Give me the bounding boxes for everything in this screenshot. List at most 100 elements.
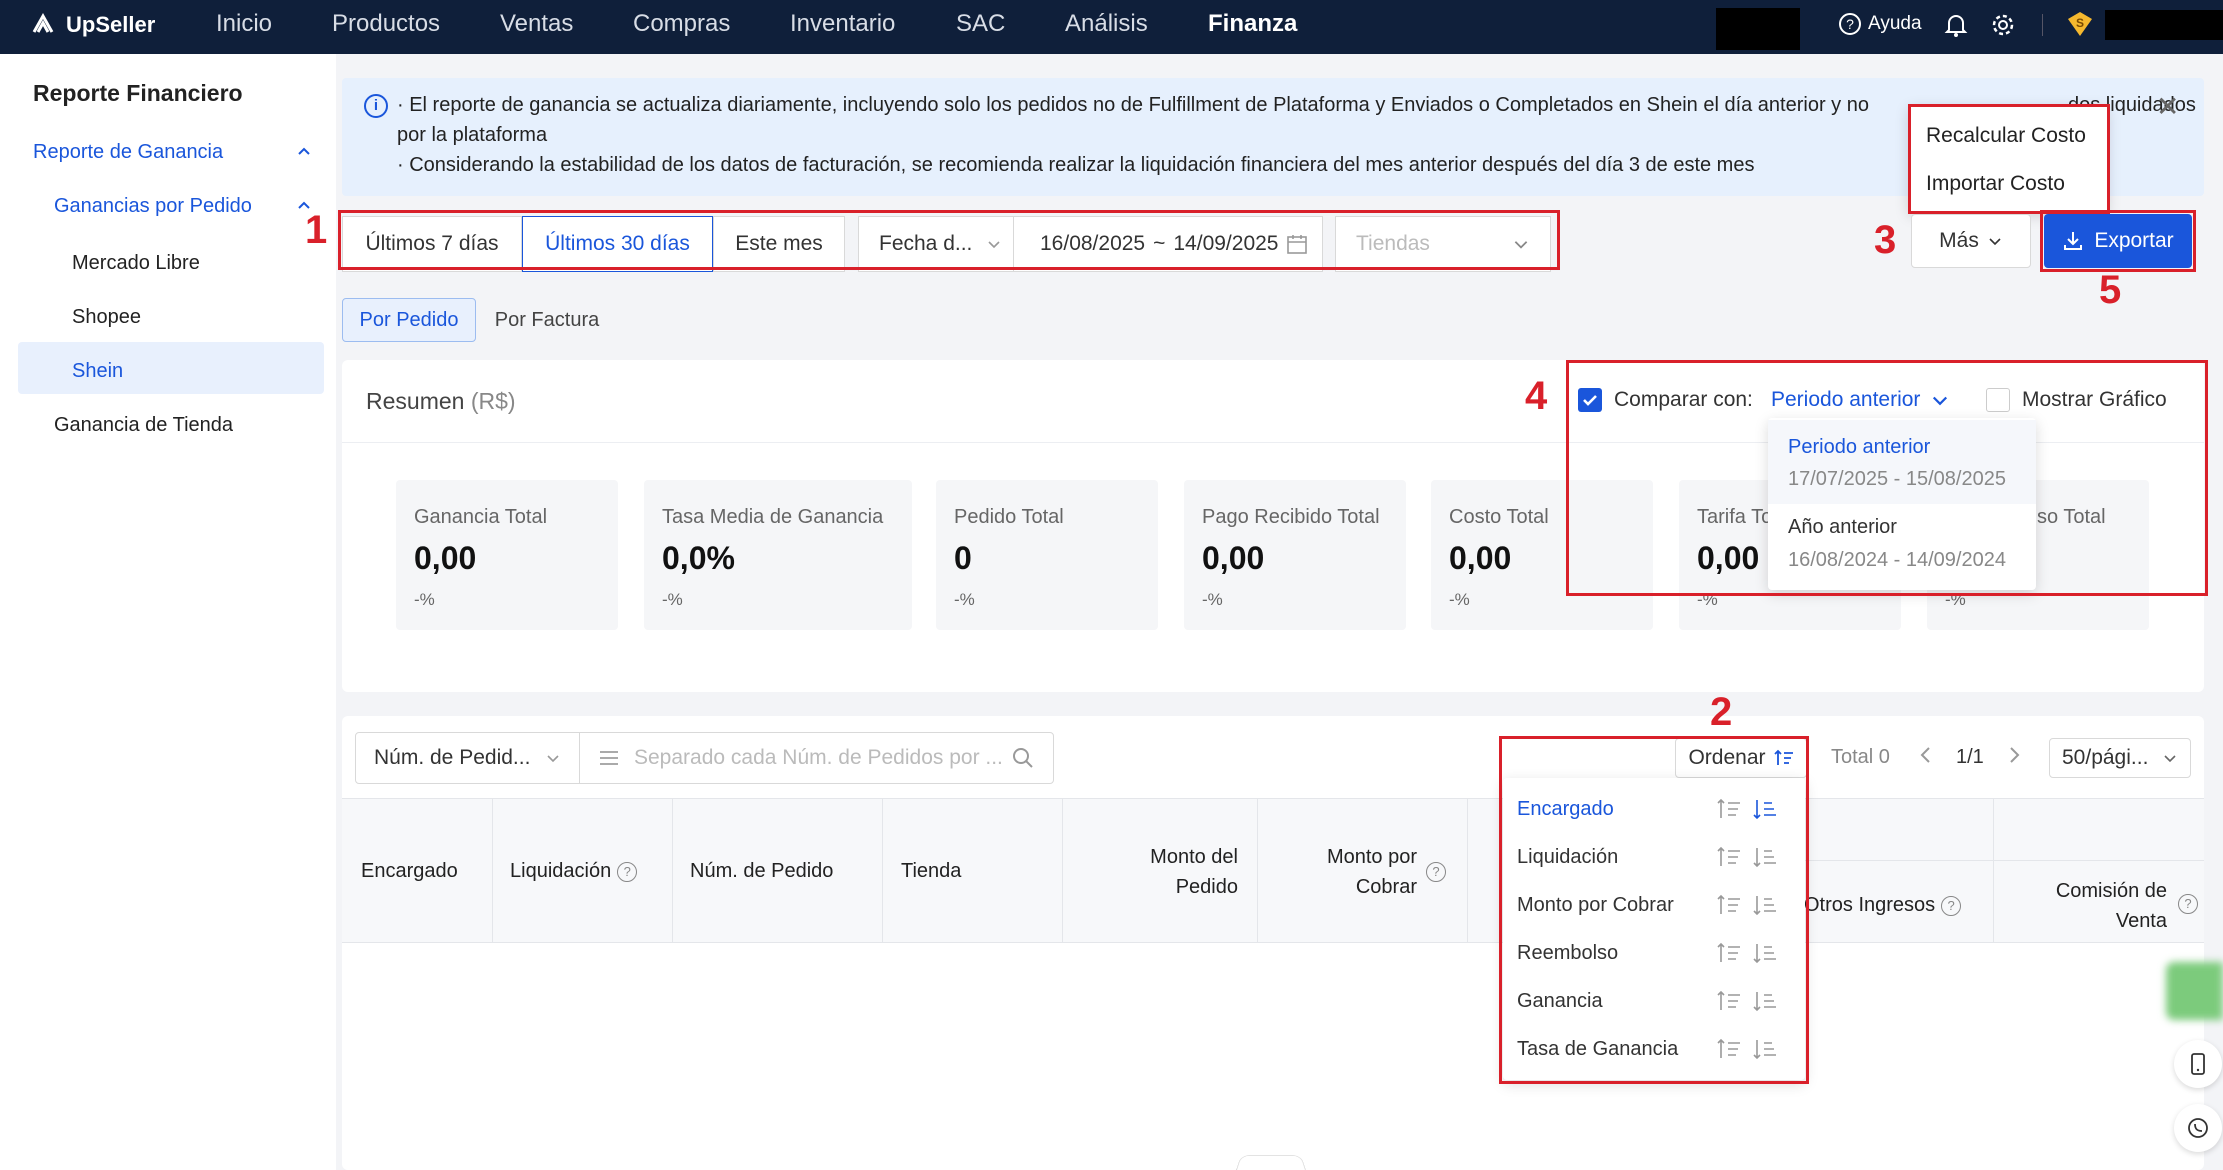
sidebar [0,54,336,1170]
stat-label: Pedido Total [954,506,1064,528]
search-field-label: Núm. de Pedid... [374,746,531,769]
col-divider [882,798,883,943]
nav-inventario[interactable]: Inventario [790,10,895,38]
nav-compras[interactable]: Compras [633,10,730,38]
app-logo[interactable]: UpSeller [28,10,155,40]
stat-ganancia-total: Ganancia Total 0,00 -% [396,480,618,630]
help-label: Ayuda [1868,13,1922,34]
annotation-number-2: 2 [1710,690,1733,734]
nav-sac[interactable]: SAC [956,10,1005,38]
stat-value: 0,00 [1202,540,1265,576]
column-header-comision[interactable]: Comisión de Venta [1993,876,2167,936]
sidebar-item-shein[interactable]: Shein [72,360,123,383]
svg-text:?: ? [1846,16,1854,32]
stat-pct: -% [1449,590,1470,609]
help-circle-icon[interactable]: ? [617,861,638,882]
annotation-box-1 [338,210,1560,270]
help-link[interactable]: ? Ayuda [1838,12,1922,36]
sidebar-item-ganancia-tienda[interactable]: Ganancia de Tienda [54,414,233,437]
bell-icon[interactable] [1944,12,1968,43]
page-indicator: 1/1 [1956,746,1984,768]
column-header-encargado[interactable]: Encargado [361,860,458,883]
stat-tasa-media: Tasa Media de Ganancia 0,0% -% [644,480,912,630]
more-button[interactable]: Más [1911,214,2031,268]
sidebar-title: Reporte Financiero [33,80,243,106]
info-icon: i [364,94,388,118]
stat-pago-recibido: Pago Recibido Total 0,00 -% [1184,480,1406,630]
chevron-down-icon [2164,755,2176,763]
whatsapp-icon[interactable] [2174,1104,2222,1152]
column-header-otros-ingresos[interactable]: Otros Ingresos? [1804,894,1962,917]
tab-by-order[interactable]: Por Pedido [342,298,476,342]
annotation-number-5: 5 [2099,268,2122,312]
column-header-tienda[interactable]: Tienda [901,860,961,883]
otros-ingresos-label: Otros Ingresos [1804,894,1936,916]
annotation-box-2 [1499,736,1809,1084]
nav-analisis[interactable]: Análisis [1065,10,1148,38]
chevron-right-icon[interactable] [2006,744,2022,771]
stat-pct: -% [954,590,975,609]
col-divider [492,798,493,943]
comision-line-1: Comisión de [2055,880,2167,902]
chevron-down-icon [547,755,559,763]
chat-widget[interactable] [2166,962,2223,1020]
svg-text:S: S [2076,16,2084,30]
sidebar-item-mercado-libre[interactable]: Mercado Libre [72,252,200,275]
sidebar-selected-bg [18,342,324,394]
summary-title: Resumen (R$) [366,388,516,415]
nav-productos[interactable]: Productos [332,10,440,38]
annotation-box-4 [1566,360,2208,596]
chevron-up-icon[interactable] [296,143,312,164]
search-field-select[interactable]: Núm. de Pedid... [355,732,580,784]
column-header-monto-cobrar[interactable]: Monto por Cobrar [1257,842,1417,902]
row-divider [1800,860,2204,861]
nav-ventas[interactable]: Ventas [500,10,573,38]
app-name: UpSeller [66,12,156,37]
monto-pedido-line-1: Monto del [1150,846,1238,868]
col-divider [672,798,673,943]
notice-line-1: · El reporte de ganancia se actualiza di… [397,94,1869,116]
help-circle-icon[interactable]: ? [1420,862,1446,882]
stat-label: Costo Total [1449,506,1549,528]
table-card [342,716,2204,1170]
help-circle-icon[interactable]: ? [2172,894,2198,914]
nav-finanza[interactable]: Finanza [1208,10,1297,38]
page-size-select[interactable]: 50/pági... [2049,738,2191,778]
list-icon [600,751,618,765]
phone-icon[interactable] [2174,1040,2222,1088]
column-header-liquidacion-label: Liquidación [510,860,612,882]
menu-item-importar[interactable]: Importar Costo [1926,172,2065,196]
close-icon[interactable]: ✕ [2156,90,2179,123]
chevron-left-icon[interactable] [1918,744,1934,771]
stat-value: 0,00 [1449,540,1512,576]
help-circle-icon[interactable]: ? [1941,895,1962,916]
comision-line-2: Venta [2115,910,2167,932]
column-header-num-pedido[interactable]: Núm. de Pedido [690,860,833,883]
total-count: Total 0 [1831,746,1890,768]
search-placeholder: Separado cada Núm. de Pedidos por ... [634,746,1003,769]
sidebar-item-shopee[interactable]: Shopee [72,306,141,329]
divider [2042,14,2043,36]
stat-value: 0,0% [662,540,735,576]
more-label: Más [1939,229,1979,252]
search-icon [1013,748,1033,768]
tab-by-invoice[interactable]: Por Factura [482,298,612,342]
monto-cobrar-line-1: Monto por [1326,846,1417,868]
menu-item-recalcular[interactable]: Recalcular Costo [1926,124,2086,148]
redacted-user [2105,10,2223,40]
stat-value: 0 [954,540,972,576]
empty-state-icon [1229,1155,1313,1170]
nav-inicio[interactable]: Inicio [216,10,272,38]
monto-cobrar-line-2: Cobrar [1355,876,1417,898]
stat-pedido-total: Pedido Total 0 -% [936,480,1158,630]
user-badge-icon[interactable]: S [2066,10,2094,43]
search-input[interactable]: Separado cada Núm. de Pedidos por ... [579,732,1054,784]
redacted-block [1716,8,1800,50]
column-header-monto-pedido[interactable]: Monto del Pedido [1062,842,1238,902]
sidebar-group-reporte-ganancia[interactable]: Reporte de Ganancia [33,141,223,164]
summary-title-text: Resumen [366,388,465,414]
stat-pct: -% [1202,590,1223,609]
column-header-liquidacion[interactable]: Liquidación? [510,860,638,883]
sidebar-subgroup-ganancias-pedido[interactable]: Ganancias por Pedido [54,195,252,218]
gear-icon[interactable] [1990,12,2016,43]
